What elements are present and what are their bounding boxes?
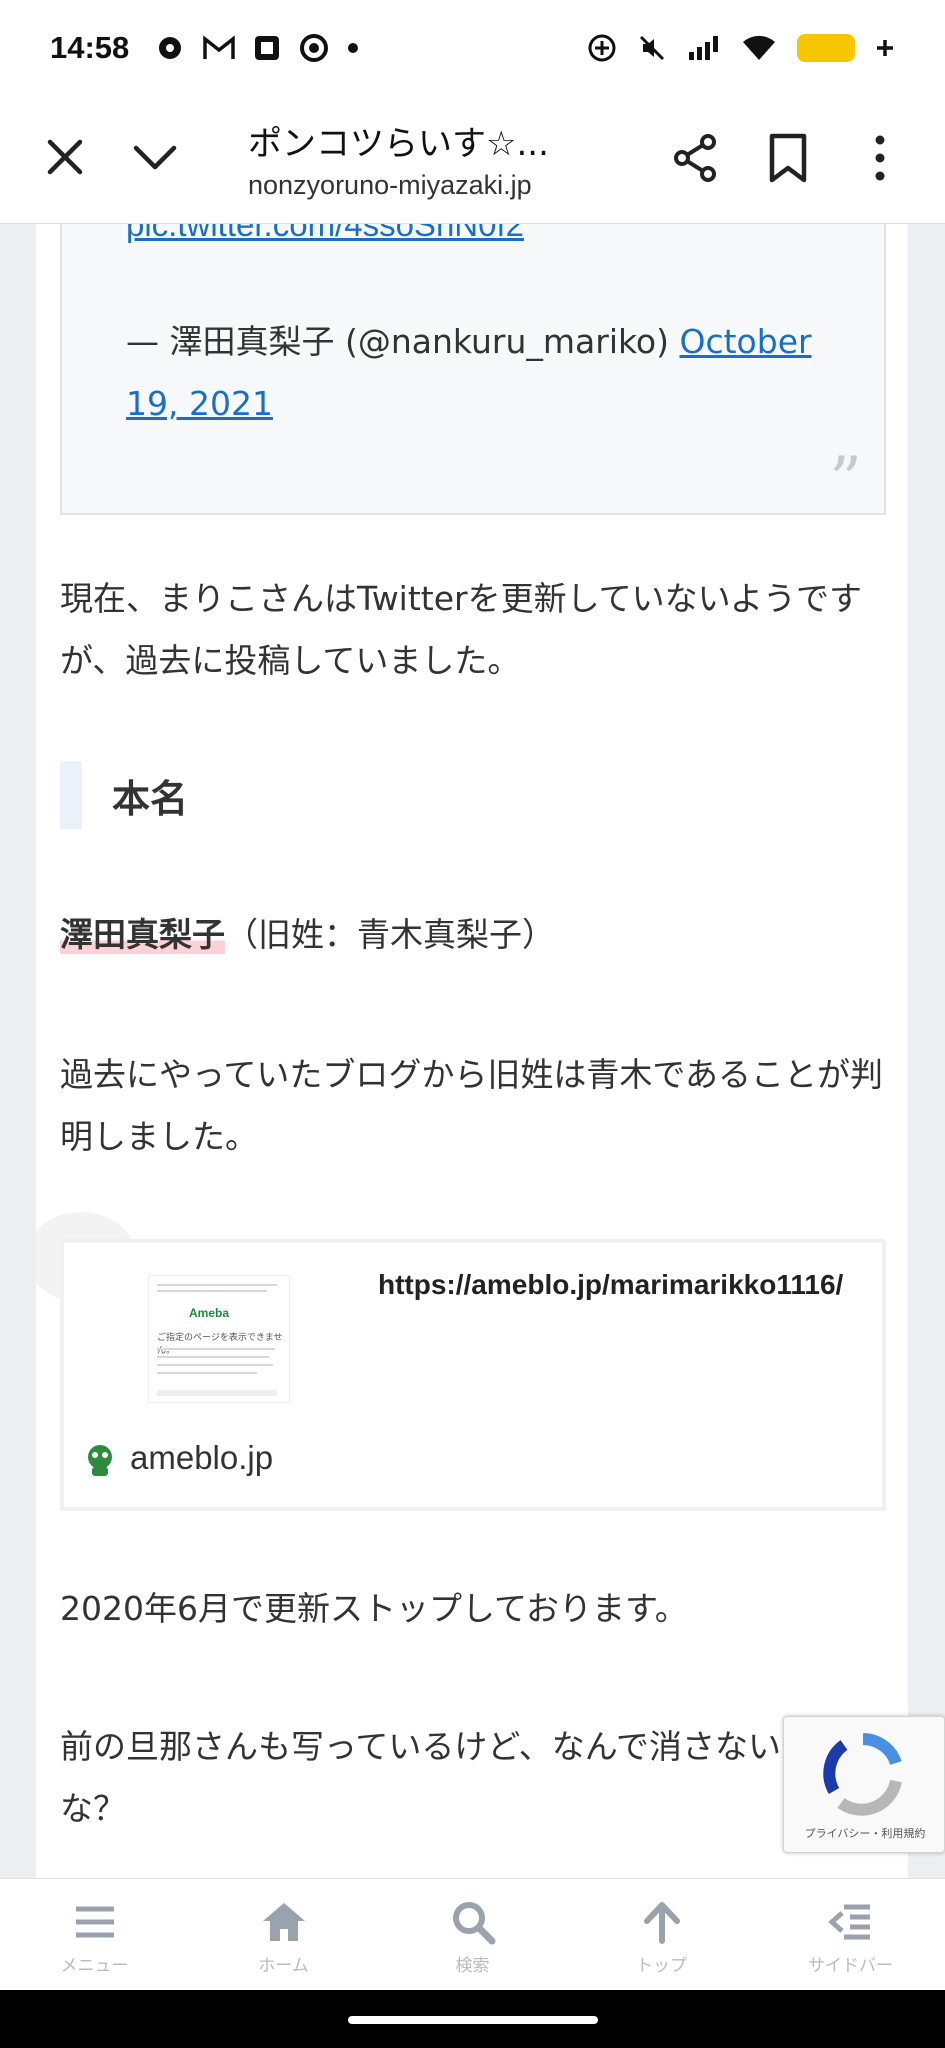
paragraph-stopped: 2020年6月で更新ストップしております。 xyxy=(60,1589,688,1628)
browser-toolbar: ポンコツらいす☆... nonzyoruno-miyazaki.jp xyxy=(0,96,945,224)
article-content: pic.twitter.com/4ssoSnN0f2 — 澤田真梨子 (@nan… xyxy=(36,224,908,1878)
chevron-down-icon[interactable] xyxy=(130,134,180,180)
nav-search-label: 検索 xyxy=(455,1956,490,1976)
paragraph-twitter: 現在、まりこさんはTwitterを更新していないようですが、過去に投稿していまし… xyxy=(60,579,862,680)
recaptcha-icon xyxy=(823,1733,902,1816)
battery-icon xyxy=(797,34,855,62)
signal-icon xyxy=(689,36,718,60)
status-left-icons xyxy=(155,33,359,63)
real-name-highlight: 澤田真梨子 xyxy=(60,915,225,954)
tweet-credit: — 澤田真梨子 (@nankuru_mariko) October 19, 20… xyxy=(126,311,846,435)
nav-home-label: ホーム xyxy=(258,1956,309,1976)
sync-icon xyxy=(588,34,616,62)
chrome-icon xyxy=(300,34,329,62)
gmail-icon xyxy=(203,35,236,59)
nav-menu[interactable]: メニュー xyxy=(0,1879,189,1990)
thumb-logo-text: Ameba xyxy=(189,1306,230,1320)
status-right-icons xyxy=(587,33,895,63)
home-gesture-handle[interactable] xyxy=(348,2016,598,2024)
page-url[interactable]: nonzyoruno-miyazaki.jp xyxy=(248,170,532,201)
home-icon xyxy=(262,1903,305,1941)
tweet-image-link[interactable]: pic.twitter.com/4ssoSnN0f2 xyxy=(126,224,524,244)
status-time: 14:58 xyxy=(50,30,130,65)
page-title[interactable]: ポンコツらいす☆... xyxy=(248,116,549,165)
real-name-line: 澤田真梨子（旧姓：青木真梨子） xyxy=(60,904,555,966)
status-bar: 14:58 xyxy=(0,0,945,96)
sidebar-icon xyxy=(827,1904,870,1940)
link-card-domain: ameblo.jp xyxy=(130,1439,274,1476)
arrow-up-icon xyxy=(643,1902,680,1944)
nav-top[interactable]: トップ xyxy=(567,1879,756,1990)
nav-menu-label: メニュー xyxy=(60,1956,129,1976)
recaptcha-privacy-terms[interactable]: プライバシー・利用規約 xyxy=(784,1825,945,1841)
section-heading: 本名 xyxy=(60,760,188,830)
more-options-icon[interactable] xyxy=(860,132,900,184)
close-icon[interactable] xyxy=(42,134,88,180)
tweet-author: — 澤田真梨子 (@nankuru_mariko) xyxy=(126,322,680,361)
link-card-url[interactable]: https://ameblo.jp/marimarikko1116/ xyxy=(378,1269,843,1301)
bookmark-icon[interactable] xyxy=(766,132,810,184)
dot-icon xyxy=(348,43,359,53)
battery-plus-icon xyxy=(877,40,893,56)
thumb-message: ご指定のページを表示できません。 xyxy=(157,1333,283,1356)
nav-sidebar-label: サイドバー xyxy=(808,1956,893,1976)
maiden-name: （旧姓：青木真梨子） xyxy=(225,915,555,954)
menu-icon xyxy=(75,1906,114,1938)
nav-top-label: トップ xyxy=(636,1956,687,1976)
heading-text: 本名 xyxy=(112,776,189,821)
blog-link-card[interactable]: Ameba ご指定のページを表示できません。 https://ameblo.jp… xyxy=(60,1239,886,1511)
recaptcha-badge[interactable]: プライバシー・利用規約 xyxy=(783,1716,945,1853)
notification-icon xyxy=(159,37,182,59)
paragraph-blog: 過去にやっていたブログから旧姓は青木であることが判明しました。 xyxy=(60,1055,884,1156)
quote-mark-icon: ” xyxy=(829,444,862,518)
wifi-icon xyxy=(743,35,775,60)
paragraph-husband: 前の旦那さんも写っているけど、なんで消さないのかな？ xyxy=(60,1727,848,1828)
app-icon xyxy=(255,36,280,60)
ameba-favicon-icon xyxy=(88,1445,112,1476)
link-card-thumbnail: Ameba ご指定のページを表示できません。 xyxy=(148,1275,290,1403)
gesture-navigation-bar xyxy=(0,1990,945,2048)
nav-home[interactable]: ホーム xyxy=(189,1879,378,1990)
twitter-blockquote: pic.twitter.com/4ssoSnN0f2 — 澤田真梨子 (@nan… xyxy=(60,224,886,515)
nav-search[interactable]: 検索 xyxy=(378,1879,567,1990)
nav-sidebar[interactable]: サイドバー xyxy=(756,1879,945,1990)
mute-icon xyxy=(639,35,665,61)
share-icon[interactable] xyxy=(670,132,722,184)
heading-accent-bar xyxy=(60,761,82,829)
search-icon xyxy=(452,1902,495,1945)
bottom-navigation: メニュー ホーム 検索 トップ サイドバー xyxy=(0,1878,945,1990)
